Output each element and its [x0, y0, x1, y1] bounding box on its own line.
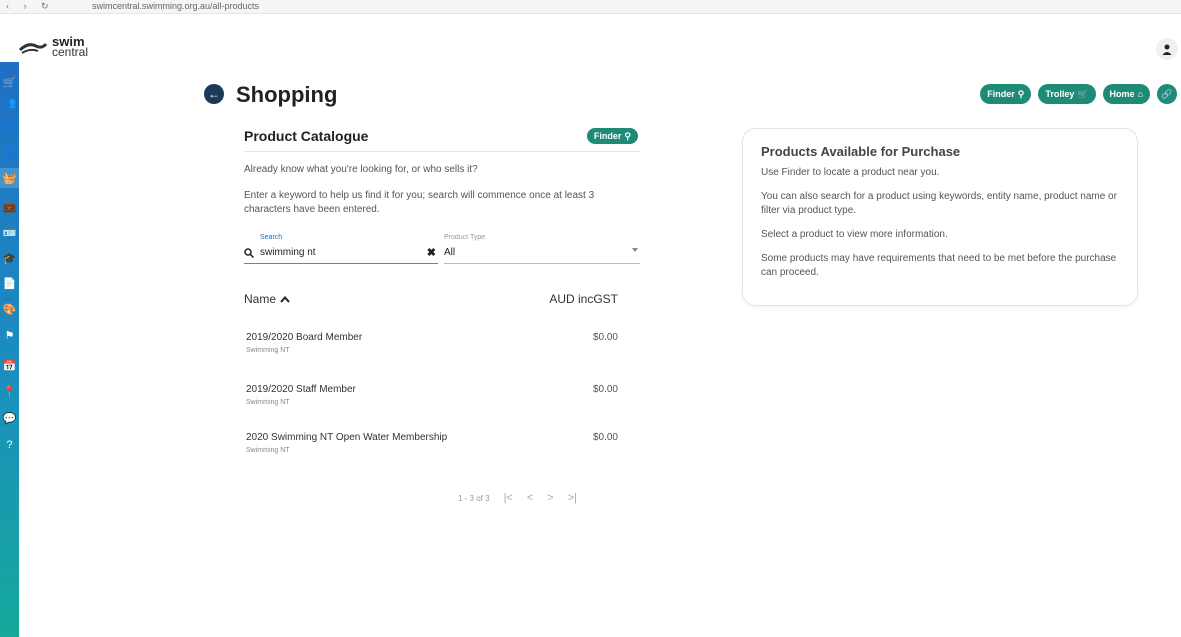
home-button-label: Home: [1109, 89, 1135, 99]
product-org: Swimming NT: [246, 447, 290, 454]
basket-icon[interactable]: 🧺: [0, 168, 19, 188]
product-type-label: Product Type: [444, 234, 486, 241]
product-catalogue: Product Catalogue Finder ⚲ Already know …: [244, 128, 640, 504]
trolley-button[interactable]: Trolley 🛒: [1038, 84, 1096, 104]
last-page-button[interactable]: >|: [568, 492, 577, 504]
browser-url[interactable]: swimcentral.swimming.org.au/all-products: [92, 0, 259, 12]
trolley-button-label: Trolley: [1045, 89, 1075, 99]
info-title: Products Available for Purchase: [761, 144, 961, 159]
person-icon: [1162, 44, 1172, 55]
id-card-icon[interactable]: 🪪: [0, 222, 19, 242]
briefcase-icon[interactable]: 💼: [0, 196, 19, 216]
price-column-header: AUD incGST: [549, 292, 618, 306]
info-text-4: Some products may have requirements that…: [761, 253, 1117, 278]
logo-line-2: central: [52, 45, 89, 59]
info-text-1: Use Finder to locate a product near you.: [761, 167, 940, 178]
product-price: $0.00: [592, 332, 618, 343]
search-field[interactable]: Search swimming nt ✖: [244, 234, 438, 264]
finder-button[interactable]: Finder ⚲: [980, 84, 1032, 104]
profile-button[interactable]: [1156, 38, 1178, 60]
prev-page-button[interactable]: <: [527, 492, 533, 504]
product-name: 2019/2020 Staff Member: [246, 384, 356, 395]
catalogue-finder-label: Finder: [593, 131, 622, 141]
swimmer-logo-icon: [18, 42, 48, 54]
top-actions: Finder ⚲ Trolley 🛒 Home ⌂ 🔗: [980, 84, 1177, 104]
back-button[interactable]: ←: [204, 84, 224, 104]
info-card: Products Available for Purchase Use Find…: [742, 128, 1138, 306]
browser-bar: ‹ › ↻ swimcentral.swimming.org.au/all-pr…: [0, 0, 1181, 14]
link-icon: 🔗: [1161, 88, 1173, 99]
app-header: swim central: [0, 14, 1181, 62]
sort-ascending-icon: [280, 295, 290, 303]
link-button[interactable]: 🔗: [1157, 84, 1177, 104]
product-org: Swimming NT: [246, 399, 290, 406]
graduation-cap-icon[interactable]: 🎓: [0, 248, 19, 268]
name-column-label: Name: [244, 292, 277, 306]
product-type-select[interactable]: Product Type All: [444, 234, 640, 264]
product-org: Swimming NT: [246, 347, 290, 354]
clear-search-icon[interactable]: ✖: [427, 246, 436, 259]
add-person-icon[interactable]: 👤: [0, 116, 19, 136]
swim-central-logo[interactable]: swim central: [18, 35, 89, 59]
catalogue-intro: Already know what you're looking for, or…: [244, 164, 478, 175]
catalogue-finder-button[interactable]: Finder ⚲: [586, 128, 638, 144]
catalogue-header: Product Catalogue Finder ⚲: [244, 128, 640, 152]
map-pin-icon[interactable]: 📍: [0, 381, 19, 401]
product-price: $0.00: [592, 384, 618, 395]
help-icon[interactable]: ?: [0, 435, 19, 455]
calendar-icon[interactable]: 📅: [0, 355, 19, 375]
product-name: 2019/2020 Board Member: [246, 332, 363, 343]
info-text-3: Select a product to view more informatio…: [761, 229, 948, 240]
home-button[interactable]: Home ⌂: [1102, 84, 1150, 104]
search-input[interactable]: swimming nt: [260, 247, 316, 258]
search-icon: [244, 248, 255, 261]
chevron-down-icon: [632, 248, 638, 252]
sidebar: 🛒 👥 👤 👤 🧺 💼 🪪 🎓 📄 🎨 ⚑ 📅 📍 💬?: [0, 62, 19, 637]
map-pin-icon: ⚲: [624, 130, 631, 141]
name-column-header[interactable]: Name: [244, 292, 290, 306]
catalogue-instructions: Enter a keyword to help us find it for y…: [244, 190, 595, 215]
map-pin-icon: ⚲: [1017, 88, 1025, 99]
person-icon[interactable]: 👤: [0, 143, 19, 163]
document-icon[interactable]: 📄: [0, 273, 19, 293]
table-row[interactable]: 2020 Swimming NT Open Water Membership S…: [244, 432, 640, 462]
paginator: 1 - 3 of 3 |< < > >|: [458, 492, 577, 504]
palette-icon[interactable]: 🎨: [0, 299, 19, 319]
product-type-value: All: [444, 247, 456, 258]
table-header: Name AUD incGST: [244, 292, 640, 308]
product-name: 2020 Swimming NT Open Water Membership: [246, 432, 448, 443]
group-icon[interactable]: 👥: [0, 92, 19, 112]
catalogue-title: Product Catalogue: [244, 128, 369, 144]
first-page-button[interactable]: |<: [504, 492, 513, 504]
flag-icon[interactable]: ⚑: [0, 325, 19, 345]
search-label: Search: [260, 234, 283, 241]
page-range: 1 - 3 of 3: [458, 493, 490, 503]
filter-row: Search swimming nt ✖ Product Type All: [244, 234, 640, 264]
next-page-button[interactable]: >: [547, 492, 553, 504]
chat-icon[interactable]: 💬: [0, 408, 19, 428]
home-icon: ⌂: [1137, 89, 1143, 99]
table-row[interactable]: 2019/2020 Staff Member Swimming NT $0.00: [244, 384, 640, 414]
table-row[interactable]: 2019/2020 Board Member Swimming NT $0.00: [244, 332, 640, 362]
cart-icon[interactable]: 🛒: [0, 72, 19, 92]
cart-icon: 🛒: [1077, 88, 1089, 99]
browser-nav-buttons[interactable]: ‹ › ↻: [6, 0, 55, 12]
page-title: Shopping: [236, 82, 338, 107]
logo-text: swim central: [52, 35, 89, 59]
info-text-2: You can also search for a product using …: [761, 191, 1117, 216]
finder-button-label: Finder: [987, 89, 1015, 99]
product-price: $0.00: [592, 432, 618, 443]
